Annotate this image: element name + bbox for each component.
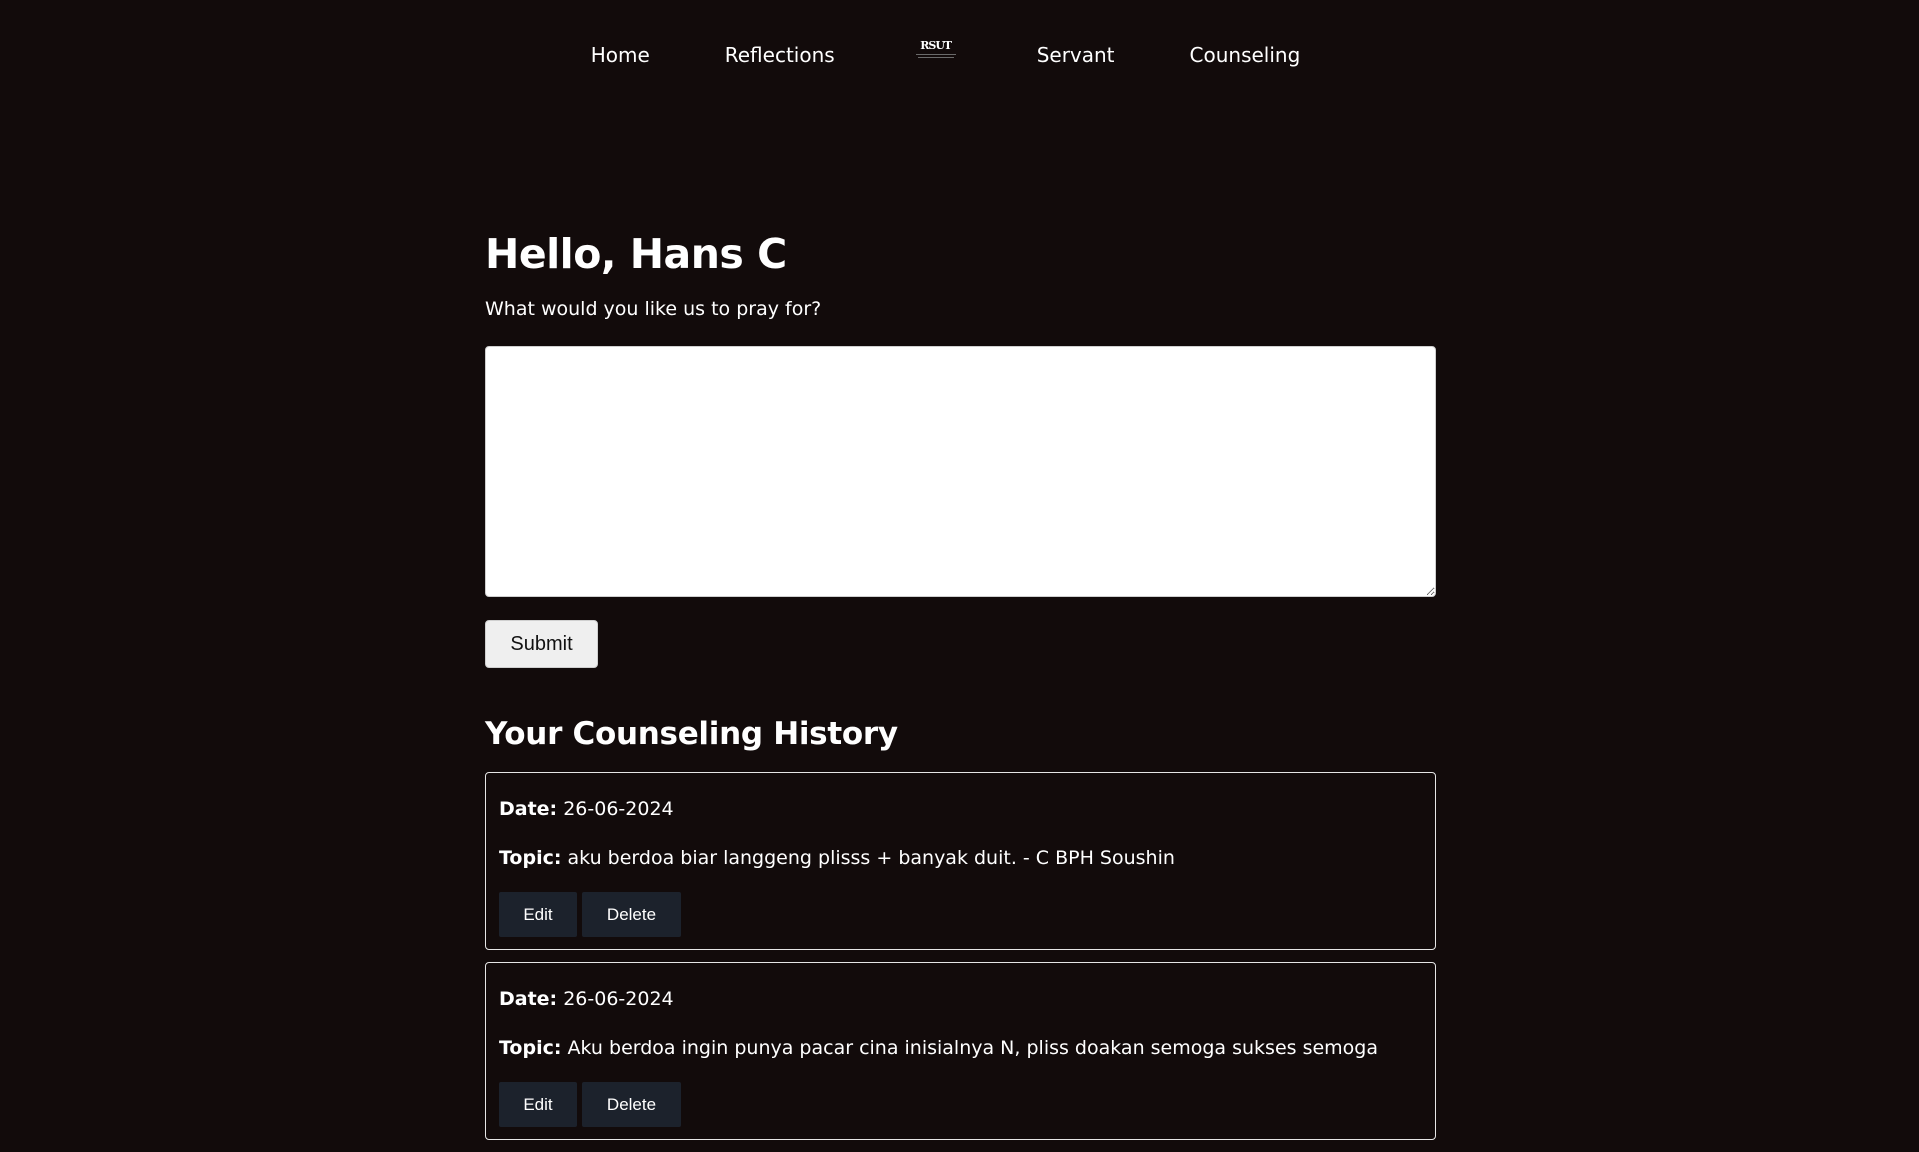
topic-label: Topic: <box>499 1037 562 1059</box>
nav-list: Home Reflections RSUT Servant Counseling <box>591 40 1301 70</box>
history-list: Date: 26-06-2024 Topic: aku berdoa biar … <box>485 772 1436 1140</box>
entry-topic: aku berdoa biar langgeng plisss + banyak… <box>567 847 1175 869</box>
prayer-prompt: What would you like us to pray for? <box>485 298 822 320</box>
edit-button[interactable]: Edit <box>499 892 577 937</box>
entry-actions: Edit Delete <box>499 1082 1422 1127</box>
nav-home-link[interactable]: Home <box>591 43 650 67</box>
history-entry: Date: 26-06-2024 Topic: Aku berdoa ingin… <box>485 962 1436 1140</box>
date-label: Date: <box>499 988 558 1010</box>
top-navigation: Home Reflections RSUT Servant Counseling <box>0 0 1919 110</box>
entry-date: 26-06-2024 <box>563 798 674 820</box>
site-logo-icon[interactable]: RSUT <box>915 40 957 70</box>
prayer-request-input[interactable] <box>485 346 1436 597</box>
delete-button[interactable]: Delete <box>582 892 681 937</box>
entry-date-row: Date: 26-06-2024 <box>499 985 1422 1013</box>
history-title: Your Counseling History <box>485 716 898 752</box>
entry-topic-row: Topic: aku berdoa biar langgeng plisss +… <box>499 844 1422 872</box>
logo-tagline-line <box>915 54 956 55</box>
submit-button[interactable]: Submit <box>485 620 598 668</box>
delete-button[interactable]: Delete <box>582 1082 681 1127</box>
nav-reflections-link[interactable]: Reflections <box>725 43 835 67</box>
entry-date: 26-06-2024 <box>563 988 674 1010</box>
nav-servant-link[interactable]: Servant <box>1037 43 1115 67</box>
date-label: Date: <box>499 798 558 820</box>
entry-actions: Edit Delete <box>499 892 1422 937</box>
edit-button[interactable]: Edit <box>499 1082 577 1127</box>
history-entry: Date: 26-06-2024 Topic: aku berdoa biar … <box>485 772 1436 950</box>
entry-topic: Aku berdoa ingin punya pacar cina inisia… <box>567 1037 1379 1059</box>
page-greeting: Hello, Hans C <box>485 230 787 278</box>
entry-date-row: Date: 26-06-2024 <box>499 795 1422 823</box>
main-content: Hello, Hans C What would you like us to … <box>485 225 1436 1152</box>
nav-counseling-link[interactable]: Counseling <box>1190 43 1301 67</box>
topic-label: Topic: <box>499 847 562 869</box>
entry-topic-row: Topic: Aku berdoa ingin punya pacar cina… <box>499 1034 1422 1062</box>
logo-tagline-line <box>917 57 954 58</box>
logo-mark: RSUT <box>920 39 952 52</box>
